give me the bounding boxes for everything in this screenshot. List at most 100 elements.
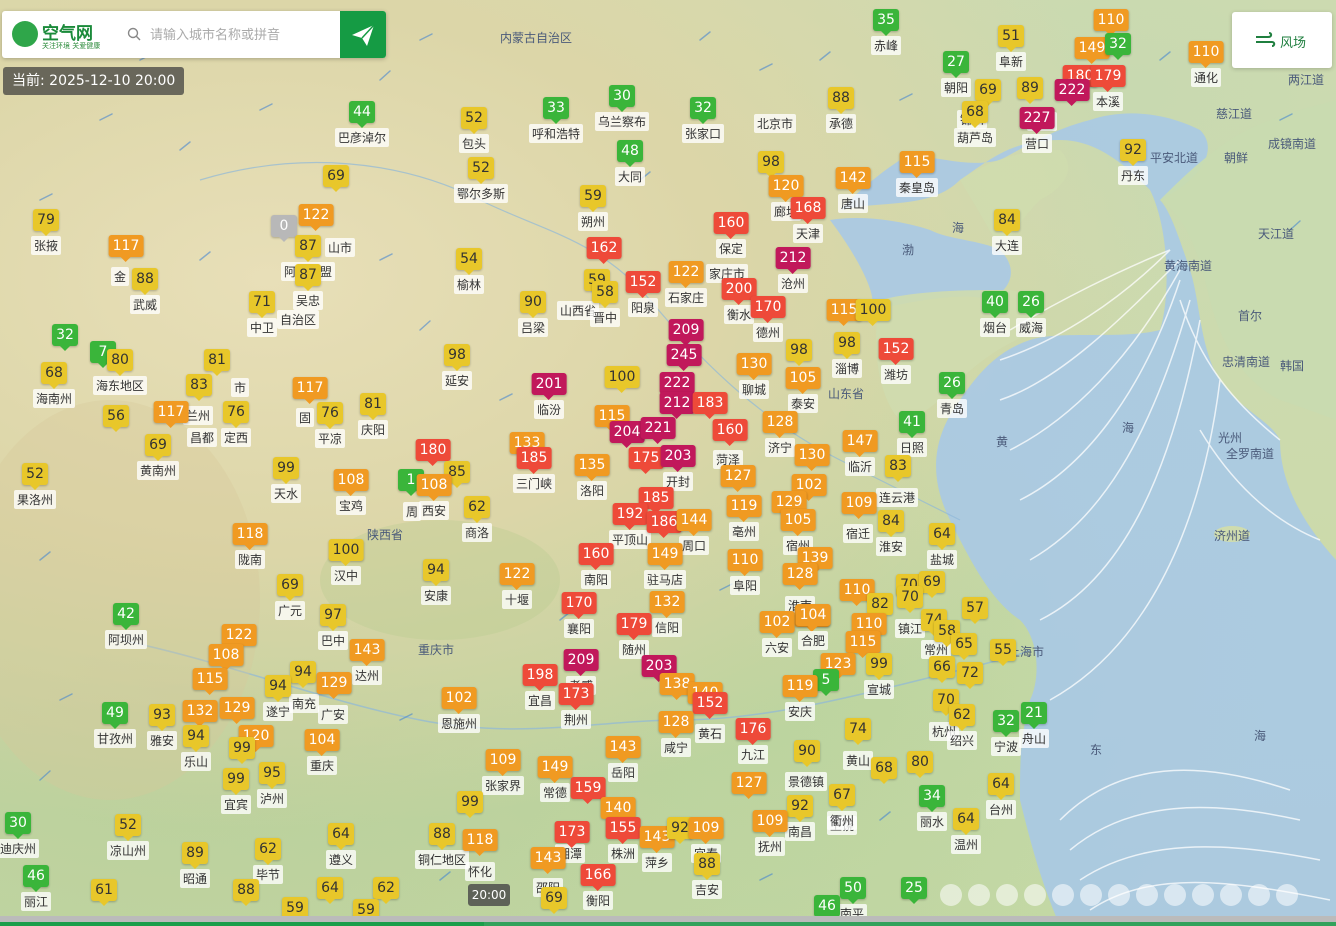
aqi-marker[interactable]: 57 — [962, 597, 988, 624]
aqi-marker[interactable]: 65 — [951, 633, 977, 660]
aqi-marker[interactable]: 160 — [578, 543, 614, 570]
playback-step-button[interactable] — [1276, 884, 1298, 906]
playback-step-button[interactable] — [940, 884, 962, 906]
aqi-marker[interactable]: 122 — [221, 624, 257, 651]
aqi-marker[interactable]: 122 — [499, 563, 535, 590]
aqi-marker[interactable]: 46 — [814, 895, 840, 922]
aqi-marker[interactable]: 227 — [1019, 107, 1055, 134]
aqi-marker[interactable]: 88 — [233, 879, 259, 906]
aqi-marker[interactable]: 117 — [108, 235, 144, 262]
aqi-marker[interactable]: 88 — [132, 268, 158, 295]
aqi-marker[interactable]: 179 — [616, 613, 652, 640]
aqi-marker[interactable]: 32 — [993, 710, 1019, 737]
air-quality-map[interactable]: 内蒙古自治区 山东省 陕西省 重庆市渤海黄海东海黄海南道 平安北道 朝鲜 成镜南道 天江道 韩国… — [0, 0, 1336, 926]
aqi-marker[interactable]: 198 — [522, 664, 558, 691]
aqi-marker[interactable]: 21 — [1021, 702, 1047, 729]
aqi-marker[interactable]: 95 — [259, 762, 285, 789]
aqi-marker[interactable]: 32 — [52, 324, 78, 351]
aqi-marker[interactable]: 109 — [485, 749, 521, 776]
aqi-marker[interactable]: 209 — [668, 319, 704, 346]
aqi-marker[interactable]: 52 — [22, 463, 48, 490]
aqi-marker[interactable]: 27 — [943, 51, 969, 78]
aqi-marker[interactable]: 83 — [186, 374, 212, 401]
aqi-marker[interactable]: 108 — [333, 469, 369, 496]
aqi-marker[interactable]: 192 — [612, 503, 648, 530]
aqi-marker[interactable]: 99 — [273, 457, 299, 484]
aqi-marker[interactable]: 64 — [929, 523, 955, 550]
aqi-marker[interactable]: 102 — [759, 611, 795, 638]
aqi-marker[interactable]: 166 — [580, 864, 616, 891]
aqi-marker[interactable]: 90 — [520, 291, 546, 318]
aqi-marker[interactable]: 160 — [712, 419, 748, 446]
playback-step-button[interactable] — [1080, 884, 1102, 906]
aqi-marker[interactable]: 222 — [1054, 79, 1090, 106]
aqi-marker[interactable]: 102 — [441, 687, 477, 714]
aqi-marker[interactable]: 83 — [885, 455, 911, 482]
aqi-marker[interactable]: 84 — [878, 510, 904, 537]
aqi-marker[interactable]: 98 — [444, 344, 470, 371]
aqi-marker[interactable]: 92 — [1120, 139, 1146, 166]
aqi-marker[interactable]: 129 — [316, 672, 352, 699]
aqi-marker[interactable]: 143 — [530, 847, 566, 874]
aqi-marker[interactable]: 99 — [229, 737, 255, 764]
playback-step-button[interactable] — [1136, 884, 1158, 906]
aqi-marker[interactable]: 173 — [558, 683, 594, 710]
aqi-marker[interactable]: 41 — [899, 411, 925, 438]
aqi-marker[interactable]: 175 — [628, 447, 664, 474]
aqi-marker[interactable]: 0 — [271, 215, 297, 242]
timeline-slider[interactable] — [0, 916, 1336, 926]
aqi-marker[interactable]: 152 — [878, 338, 914, 365]
aqi-marker[interactable]: 100 — [328, 539, 364, 566]
aqi-marker[interactable]: 97 — [320, 604, 346, 631]
aqi-marker[interactable]: 62 — [464, 496, 490, 523]
aqi-marker[interactable]: 143 — [349, 639, 385, 666]
aqi-marker[interactable]: 118 — [232, 523, 268, 550]
aqi-marker[interactable]: 94 — [423, 559, 449, 586]
aqi-marker[interactable]: 94 — [183, 725, 209, 752]
aqi-marker[interactable]: 71 — [249, 291, 275, 318]
aqi-marker[interactable]: 93 — [149, 704, 175, 731]
aqi-marker[interactable]: 58 — [592, 281, 618, 308]
aqi-marker[interactable]: 62 — [949, 704, 975, 731]
aqi-marker[interactable]: 173 — [554, 821, 590, 848]
aqi-marker[interactable]: 76 — [223, 401, 249, 428]
aqi-marker[interactable]: 74 — [845, 718, 871, 745]
aqi-marker[interactable]: 26 — [1018, 291, 1044, 318]
aqi-marker[interactable]: 118 — [462, 829, 498, 856]
playback-step-button[interactable] — [1052, 884, 1074, 906]
playback-step-button[interactable] — [996, 884, 1018, 906]
aqi-marker[interactable]: 88 — [828, 87, 854, 114]
aqi-marker[interactable]: 89 — [182, 842, 208, 869]
aqi-marker[interactable]: 245 — [666, 344, 702, 371]
aqi-marker[interactable]: 64 — [317, 877, 343, 904]
aqi-marker[interactable]: 32 — [1105, 33, 1131, 60]
aqi-marker[interactable]: 105 — [780, 509, 816, 536]
aqi-marker[interactable]: 209 — [563, 649, 599, 676]
aqi-marker[interactable]: 204 — [609, 421, 645, 448]
aqi-marker[interactable]: 88 — [429, 823, 455, 850]
aqi-marker[interactable]: 64 — [988, 773, 1014, 800]
aqi-marker[interactable]: 35 — [873, 9, 899, 36]
aqi-marker[interactable]: 99 — [223, 768, 249, 795]
aqi-marker[interactable]: 69 — [541, 887, 567, 914]
aqi-marker[interactable]: 42 — [113, 603, 139, 630]
aqi-marker[interactable]: 62 — [373, 877, 399, 904]
aqi-marker[interactable]: 119 — [782, 675, 818, 702]
aqi-marker[interactable]: 212 — [659, 392, 695, 419]
aqi-marker[interactable]: 130 — [736, 353, 772, 380]
aqi-marker[interactable]: 104 — [795, 604, 831, 631]
aqi-marker[interactable]: 144 — [676, 509, 712, 536]
aqi-marker[interactable]: 48 — [617, 140, 643, 167]
aqi-marker[interactable]: 56 — [103, 405, 129, 432]
aqi-marker[interactable]: 98 — [758, 151, 784, 178]
aqi-marker[interactable]: 40 — [982, 291, 1008, 318]
aqi-marker[interactable]: 129 — [219, 697, 255, 724]
aqi-marker[interactable]: 25 — [901, 877, 927, 904]
aqi-marker[interactable]: 143 — [605, 736, 641, 763]
aqi-marker[interactable]: 89 — [1017, 77, 1043, 104]
aqi-marker[interactable]: 82 — [867, 593, 893, 620]
aqi-marker[interactable]: 87 — [295, 264, 321, 291]
aqi-marker[interactable]: 183 — [692, 392, 728, 419]
aqi-marker[interactable]: 203 — [660, 445, 696, 472]
aqi-marker[interactable]: 132 — [649, 591, 685, 618]
